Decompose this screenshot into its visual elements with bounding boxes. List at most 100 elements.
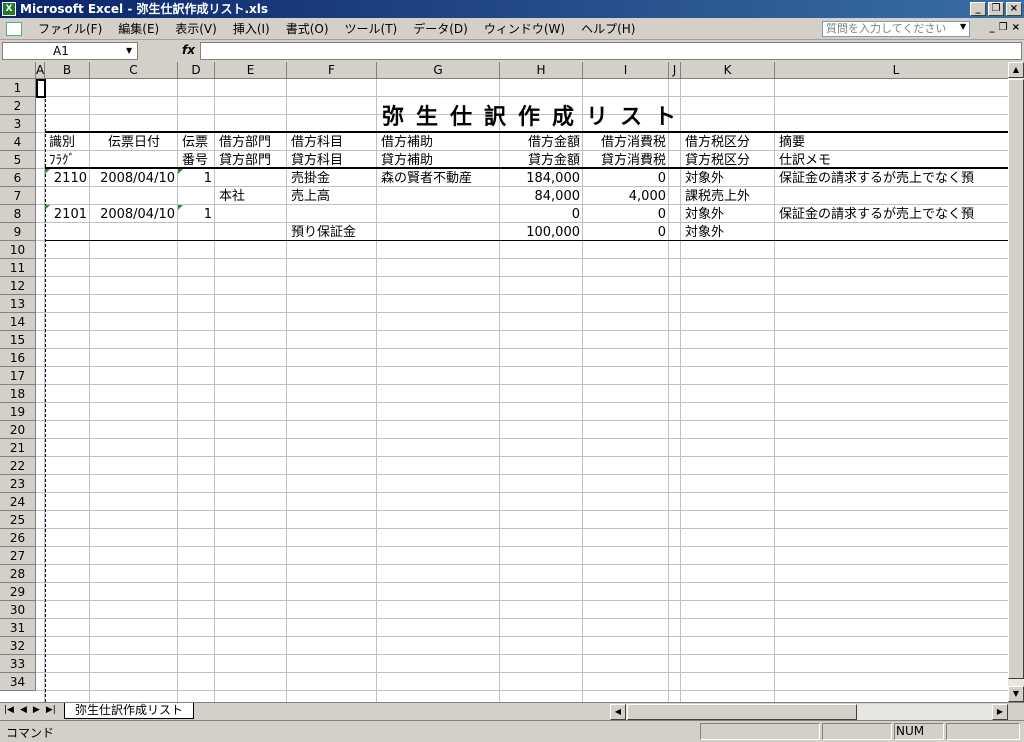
column-label[interactable]: 摘要 [775,134,1008,152]
column-header[interactable]: L [775,62,1008,79]
menu-item[interactable]: データ(D) [405,21,476,37]
row-header[interactable]: 19 [0,403,36,421]
scroll-down-icon[interactable]: ▼ [1008,686,1024,702]
row-header[interactable]: 20 [0,421,36,439]
table-cell[interactable]: 対象外 [681,224,775,242]
horizontal-scrollbar[interactable]: ◀ ▶ [610,704,1008,720]
row-header[interactable]: 32 [0,637,36,655]
error-indicator-icon[interactable] [45,169,50,174]
column-header[interactable]: H [500,62,583,79]
row-header[interactable]: 23 [0,475,36,493]
scroll-left-icon[interactable]: ◀ [610,704,626,720]
menu-item[interactable]: 書式(O) [278,21,337,37]
column-label[interactable]: ﾌﾗｸﾞ [45,152,90,170]
sheet-tab-active[interactable]: 弥生仕訳作成リスト [64,703,195,719]
column-label[interactable] [90,152,178,170]
column-header[interactable]: J [669,62,681,79]
vertical-scrollbar[interactable]: ▲ ▼ [1008,62,1024,702]
table-cell[interactable] [775,224,1008,242]
table-cell[interactable]: 課税売上外 [681,188,775,206]
table-cell[interactable]: 2101 [45,206,90,224]
row-header[interactable]: 16 [0,349,36,367]
column-header[interactable]: I [583,62,669,79]
table-cell[interactable] [377,206,500,224]
table-cell[interactable]: 84,000 [500,188,583,206]
menu-item[interactable]: ヘルプ(H) [573,21,643,37]
table-cell[interactable]: 対象外 [681,170,775,188]
column-label[interactable]: 借方補助 [377,134,500,152]
error-indicator-icon[interactable] [45,205,50,210]
table-cell[interactable] [178,224,215,242]
sheet-title[interactable]: 弥生仕訳作成リスト [382,99,688,131]
row-header[interactable]: 30 [0,601,36,619]
column-label[interactable]: 貸方部門 [215,152,287,170]
row-header[interactable]: 12 [0,277,36,295]
document-icon[interactable] [6,22,22,36]
table-cell[interactable]: 0 [583,224,669,242]
horizontal-scroll-thumb[interactable] [627,704,857,720]
doc-minimize-icon[interactable]: _ [990,22,995,33]
row-header[interactable]: 21 [0,439,36,457]
column-label[interactable]: 番号 [178,152,215,170]
table-cell[interactable]: 1 [178,206,215,224]
column-label[interactable]: 借方科目 [287,134,377,152]
row-header[interactable]: 33 [0,655,36,673]
column-header[interactable]: G [377,62,500,79]
first-sheet-icon[interactable]: |◀ [4,705,14,715]
name-box[interactable]: A1 [2,42,138,60]
worksheet-grid[interactable]: A B C D E F G H I J K L 1 2 3 4 5 6 7 8 9 10 11 12 13 14 15 16 17 18 1… [0,62,1008,702]
table-cell[interactable]: 2008/04/10 [90,170,178,188]
table-cell[interactable]: 保証金の請求するが売上でなく預 [775,170,1008,188]
table-cell[interactable]: 4,000 [583,188,669,206]
ask-question-input[interactable]: 質問を入力してください [822,21,970,37]
column-header[interactable]: D [178,62,215,79]
table-cell[interactable]: 100,000 [500,224,583,242]
scroll-up-icon[interactable]: ▲ [1008,62,1024,78]
row-header[interactable]: 29 [0,583,36,601]
row-header[interactable]: 8 [0,205,36,223]
menu-item[interactable]: ファイル(F) [30,21,110,37]
row-header[interactable]: 27 [0,547,36,565]
prev-sheet-icon[interactable]: ◀ [20,705,27,715]
column-label[interactable]: 伝票 [178,134,215,152]
table-cell[interactable]: 預り保証金 [287,224,377,242]
table-cell[interactable] [377,224,500,242]
row-header[interactable]: 17 [0,367,36,385]
table-cell[interactable] [178,188,215,206]
column-label[interactable]: 貸方補助 [377,152,500,170]
row-header[interactable]: 13 [0,295,36,313]
table-cell[interactable] [45,188,90,206]
table-cell[interactable]: 対象外 [681,206,775,224]
table-cell[interactable] [215,206,287,224]
row-header[interactable]: 10 [0,241,36,259]
row-header[interactable]: 5 [0,151,36,169]
table-cell[interactable] [45,224,90,242]
table-cell[interactable]: 本社 [215,188,287,206]
column-header[interactable]: B [45,62,90,79]
table-cell[interactable] [775,188,1008,206]
menu-item[interactable]: 挿入(I) [225,21,278,37]
table-cell[interactable]: 1 [178,170,215,188]
row-header[interactable]: 6 [0,169,36,187]
row-header[interactable]: 25 [0,511,36,529]
table-cell[interactable]: 0 [583,206,669,224]
table-cell[interactable] [377,188,500,206]
doc-restore-icon[interactable]: ❐ [999,22,1008,33]
table-cell[interactable]: 184,000 [500,170,583,188]
column-header[interactable]: C [90,62,178,79]
table-cell[interactable]: 保証金の請求するが売上でなく預 [775,206,1008,224]
row-header[interactable]: 18 [0,385,36,403]
menu-item[interactable]: ウィンドウ(W) [476,21,573,37]
menu-item[interactable]: 編集(E) [110,21,167,37]
table-cell[interactable] [287,206,377,224]
row-header[interactable]: 34 [0,673,36,691]
column-header[interactable]: K [681,62,775,79]
table-cell[interactable]: 0 [583,170,669,188]
table-cell[interactable]: 2008/04/10 [90,206,178,224]
restore-button[interactable]: ❐ [988,2,1004,16]
table-cell[interactable]: 売上高 [287,188,377,206]
row-header[interactable]: 24 [0,493,36,511]
column-label[interactable]: 識別 [45,134,90,152]
doc-close-icon[interactable]: × [1012,22,1020,33]
table-cell[interactable]: 売掛金 [287,170,377,188]
